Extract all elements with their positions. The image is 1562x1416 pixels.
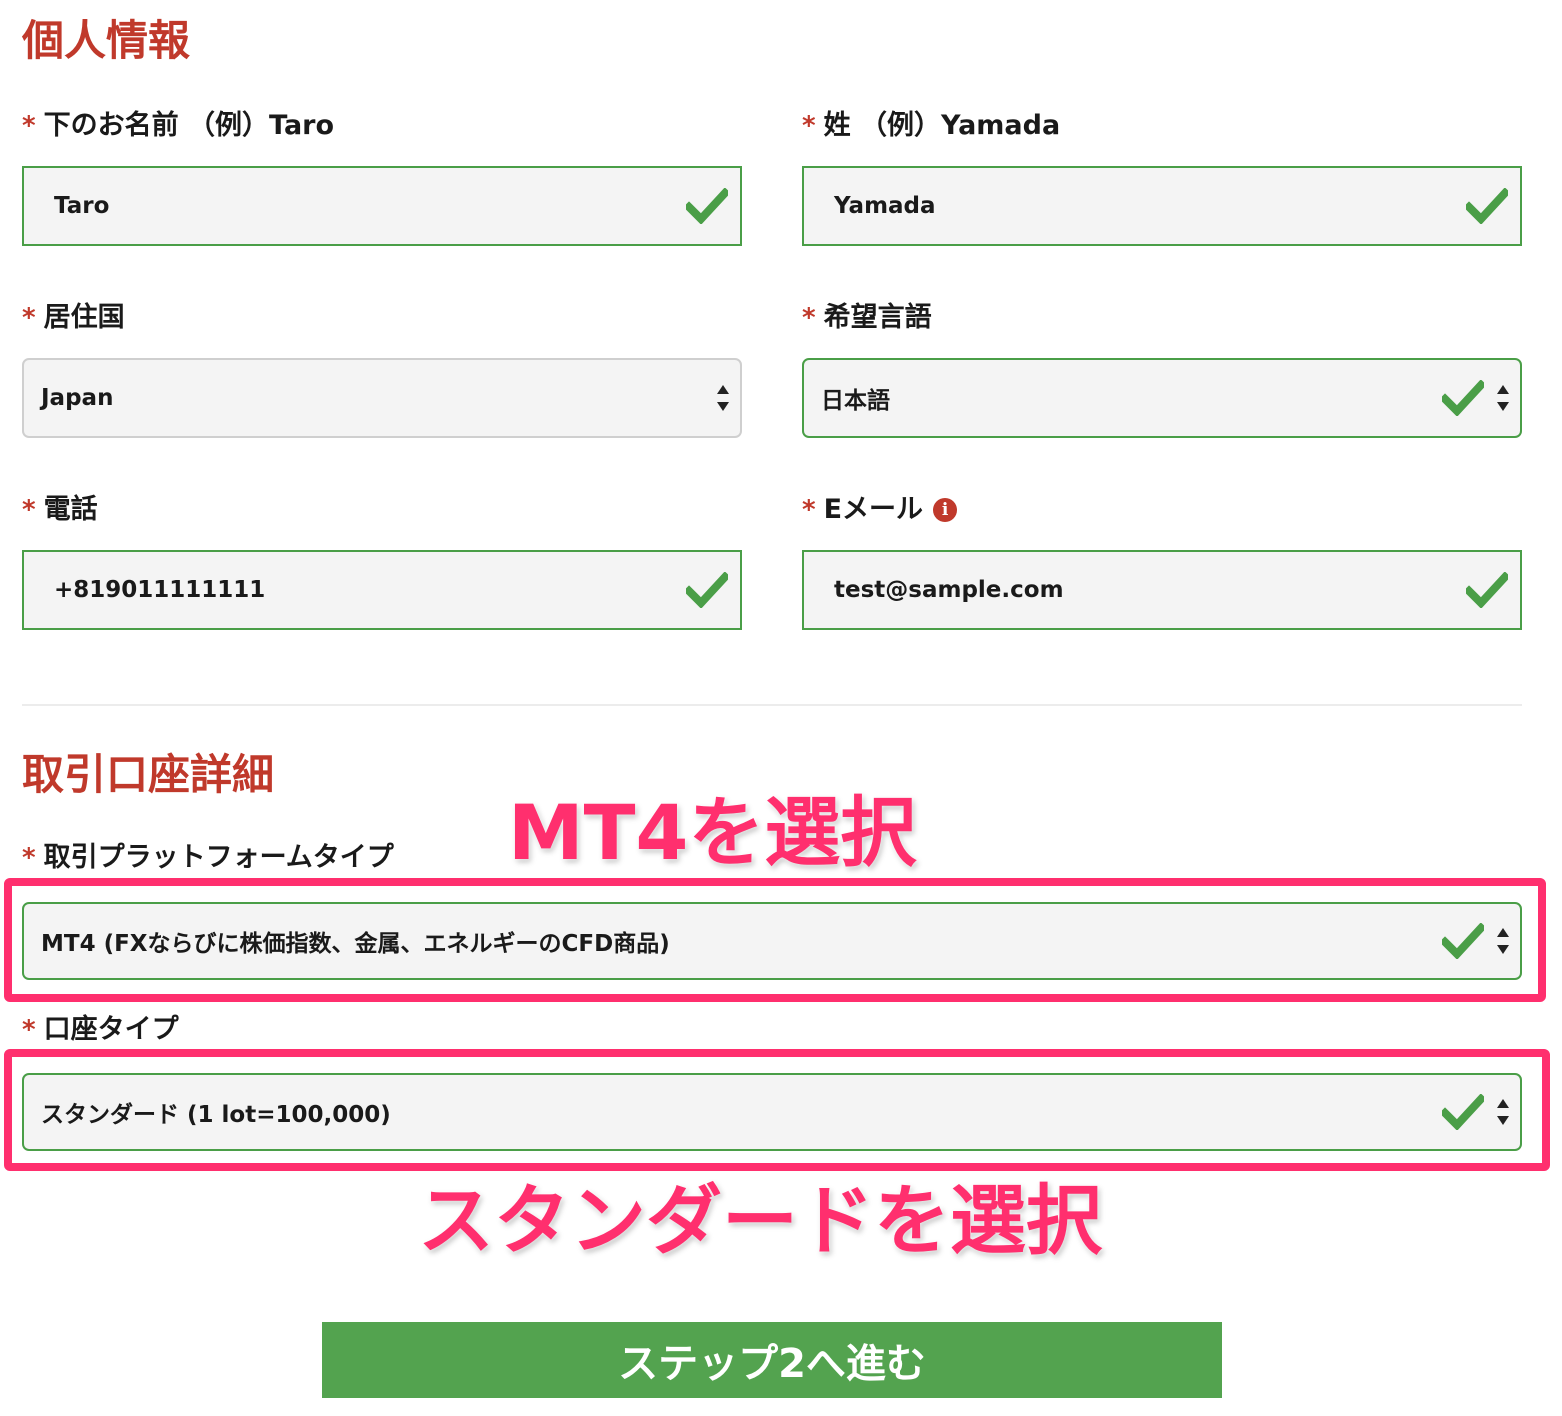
personal-info-heading: 個人情報 — [22, 16, 191, 65]
last-name-input[interactable]: Yamada — [802, 166, 1522, 246]
country-label-text: 居住国 — [43, 302, 125, 333]
required-marker: * — [22, 303, 36, 333]
language-label-text: 希望言語 — [823, 302, 932, 333]
country-label: * 居住国 — [22, 300, 125, 336]
account-type-label-text: 口座タイプ — [43, 1014, 179, 1045]
platform-label-text: 取引プラットフォームタイプ — [43, 842, 394, 873]
required-marker: * — [802, 303, 816, 333]
phone-input[interactable]: +819011111111 — [22, 550, 742, 630]
required-marker: * — [802, 495, 816, 525]
last-name-value: Yamada — [834, 193, 936, 219]
account-type-label: * 口座タイプ — [22, 1012, 179, 1048]
check-icon — [686, 572, 728, 608]
email-label-text: Eメール — [823, 494, 924, 525]
select-arrows-icon — [1496, 385, 1510, 411]
section-divider — [22, 704, 1522, 706]
last-name-label: * 姓 （例）Yamada — [802, 108, 1060, 144]
account-details-heading: 取引口座詳細 — [22, 750, 275, 799]
info-icon[interactable]: i — [933, 498, 958, 522]
email-label: * Eメール i — [802, 492, 958, 528]
first-name-label: * 下のお名前 （例）Taro — [22, 108, 334, 144]
required-marker: * — [22, 1015, 36, 1045]
required-marker: * — [22, 843, 36, 873]
next-step-button[interactable]: ステップ2へ進む — [322, 1322, 1222, 1398]
email-value: test@sample.com — [834, 577, 1064, 603]
check-icon — [1466, 188, 1508, 224]
email-input[interactable]: test@sample.com — [802, 550, 1522, 630]
first-name-input[interactable]: Taro — [22, 166, 742, 246]
annotation-select-standard: スタンダードを選択 — [418, 1176, 1102, 1265]
last-name-label-text: 姓 （例）Yamada — [823, 110, 1061, 141]
language-label: * 希望言語 — [802, 300, 932, 336]
phone-label: * 電話 — [22, 492, 98, 528]
check-icon — [1442, 380, 1484, 416]
annotation-select-mt4: MT4を選択 — [508, 788, 917, 877]
platform-label: * 取引プラットフォームタイプ — [22, 840, 394, 876]
check-icon — [1466, 572, 1508, 608]
first-name-label-text: 下のお名前 （例）Taro — [43, 110, 335, 141]
account-type-highlight-box — [4, 1049, 1550, 1171]
required-marker: * — [802, 111, 816, 141]
country-value: Japan — [41, 385, 114, 411]
phone-value: +819011111111 — [54, 577, 266, 603]
phone-label-text: 電話 — [43, 494, 98, 525]
required-marker: * — [22, 495, 36, 525]
first-name-value: Taro — [54, 193, 110, 219]
check-icon — [686, 188, 728, 224]
country-select[interactable]: Japan — [22, 358, 742, 438]
required-marker: * — [22, 111, 36, 141]
language-value: 日本語 — [821, 388, 890, 414]
platform-highlight-box — [4, 878, 1546, 1002]
select-arrows-icon — [716, 385, 730, 411]
language-select[interactable]: 日本語 — [802, 358, 1522, 438]
